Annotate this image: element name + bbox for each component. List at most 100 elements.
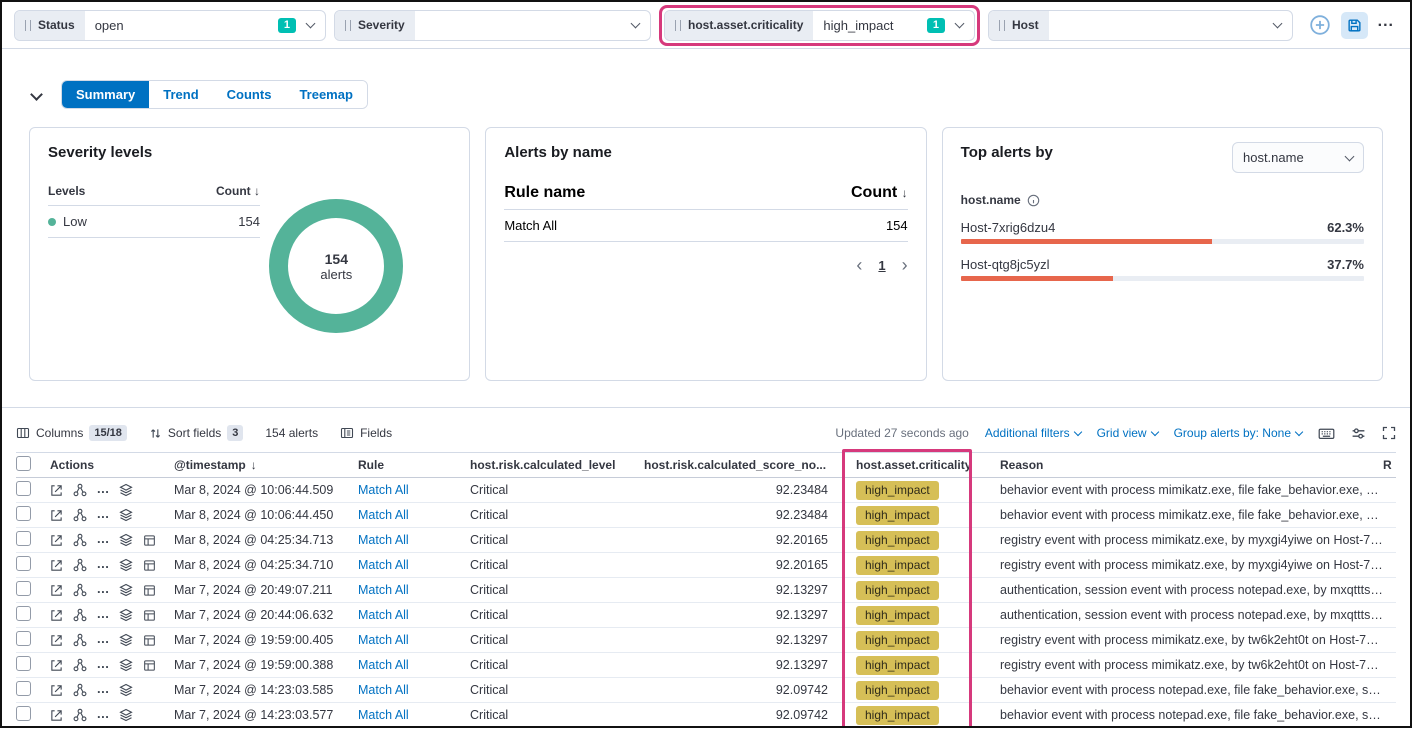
session-view-icon[interactable] [119, 708, 133, 722]
more-actions-icon[interactable]: ... [97, 507, 109, 524]
select-all-checkbox[interactable] [16, 456, 31, 471]
keyboard-shortcuts-icon[interactable] [1318, 425, 1335, 442]
tab-treemap[interactable]: Treemap [285, 81, 366, 108]
row-checkbox[interactable] [16, 656, 31, 671]
more-actions-icon[interactable]: ... [97, 682, 109, 699]
drag-handle-icon[interactable] [675, 20, 681, 31]
rule-link[interactable]: Match All [358, 483, 409, 497]
grid-view-button[interactable]: Grid view [1097, 426, 1158, 440]
more-options-icon[interactable]: ... [1378, 14, 1394, 36]
row-checkbox[interactable] [16, 556, 31, 571]
page-number[interactable]: 1 [878, 258, 885, 273]
session-view-icon[interactable] [119, 533, 133, 547]
save-query-button[interactable] [1341, 12, 1368, 39]
analyze-event-icon[interactable] [73, 583, 87, 597]
row-checkbox[interactable] [16, 631, 31, 646]
event-details-icon[interactable] [143, 659, 156, 672]
expand-alert-icon[interactable] [50, 609, 63, 622]
more-actions-icon[interactable]: ... [97, 607, 109, 624]
additional-filters-button[interactable]: Additional filters [985, 426, 1081, 440]
expand-alert-icon[interactable] [50, 684, 63, 697]
analyze-event-icon[interactable] [73, 558, 87, 572]
filter-pill-status[interactable]: Status open 1 [14, 10, 326, 41]
row-checkbox[interactable] [16, 581, 31, 596]
drag-handle-icon[interactable] [345, 20, 351, 31]
session-view-icon[interactable] [119, 658, 133, 672]
rule-link[interactable]: Match All [358, 508, 409, 522]
more-actions-icon[interactable]: ... [97, 532, 109, 549]
rule-link[interactable]: Match All [358, 658, 409, 672]
rule-link[interactable]: Match All [358, 533, 409, 547]
analyze-event-icon[interactable] [73, 508, 87, 522]
more-actions-icon[interactable]: ... [97, 482, 109, 499]
expand-alert-icon[interactable] [50, 534, 63, 547]
row-checkbox[interactable] [16, 506, 31, 521]
expand-alert-icon[interactable] [50, 709, 63, 722]
more-actions-icon[interactable]: ... [97, 557, 109, 574]
rule-link[interactable]: Match All [358, 583, 409, 597]
fullscreen-icon[interactable] [1382, 426, 1396, 440]
fields-button[interactable]: Fields [340, 426, 392, 440]
session-view-icon[interactable] [119, 608, 133, 622]
add-filter-icon[interactable] [1309, 14, 1331, 36]
analyze-event-icon[interactable] [73, 633, 87, 647]
session-view-icon[interactable] [119, 558, 133, 572]
rule-link[interactable]: Match All [358, 708, 409, 722]
rule-link[interactable]: Match All [358, 558, 409, 572]
expand-alert-icon[interactable] [50, 559, 63, 572]
prev-page-icon[interactable]: ‹ [856, 256, 862, 274]
session-view-icon[interactable] [119, 683, 133, 697]
rule-link[interactable]: Match All [358, 633, 409, 647]
row-checkbox[interactable] [16, 606, 31, 621]
top-alerts-field-select[interactable]: host.name [1232, 142, 1364, 173]
expand-alert-icon[interactable] [50, 634, 63, 647]
drag-handle-icon[interactable] [25, 20, 31, 31]
collapse-section-icon[interactable] [32, 90, 41, 99]
event-details-icon[interactable] [143, 634, 156, 647]
group-alerts-by-button[interactable]: Group alerts by: None [1174, 426, 1302, 440]
expand-alert-icon[interactable] [50, 659, 63, 672]
sort-fields-button[interactable]: Sort fields 3 [149, 425, 243, 441]
expand-alert-icon[interactable] [50, 509, 63, 522]
rule-link[interactable]: Match All [358, 608, 409, 622]
row-checkbox[interactable] [16, 531, 31, 546]
filter-pill-host[interactable]: Host [988, 10, 1293, 41]
filter-pill-severity[interactable]: Severity [334, 10, 651, 41]
expand-alert-icon[interactable] [50, 484, 63, 497]
more-actions-icon[interactable]: ... [97, 707, 109, 724]
more-actions-icon[interactable]: ... [97, 632, 109, 649]
columns-button[interactable]: Columns 15/18 [16, 425, 127, 441]
analyze-event-icon[interactable] [73, 483, 87, 497]
more-actions-icon[interactable]: ... [97, 657, 109, 674]
analyze-event-icon[interactable] [73, 658, 87, 672]
session-view-icon[interactable] [119, 483, 133, 497]
row-checkbox[interactable] [16, 481, 31, 496]
session-view-icon[interactable] [119, 508, 133, 522]
timestamp-column-header[interactable]: @timestamp↓ [174, 458, 358, 472]
analyze-event-icon[interactable] [73, 608, 87, 622]
inspect-controls-icon[interactable] [1351, 426, 1366, 441]
event-details-icon[interactable] [143, 609, 156, 622]
expand-alert-icon[interactable] [50, 584, 63, 597]
tab-counts[interactable]: Counts [213, 81, 286, 108]
session-view-icon[interactable] [119, 633, 133, 647]
event-details-icon[interactable] [143, 534, 156, 547]
count-column-header[interactable]: Count ↓ [851, 184, 908, 202]
drag-handle-icon[interactable] [999, 20, 1005, 31]
tab-summary[interactable]: Summary [62, 81, 149, 108]
event-details-icon[interactable] [143, 584, 156, 597]
analyze-event-icon[interactable] [73, 683, 87, 697]
row-checkbox[interactable] [16, 706, 31, 721]
filter-pill-criticality[interactable]: host.asset.criticality high_impact 1 [664, 10, 975, 41]
tab-trend[interactable]: Trend [149, 81, 212, 108]
session-view-icon[interactable] [119, 583, 133, 597]
info-icon[interactable] [1027, 194, 1040, 207]
count-column-header[interactable]: Count ↓ [216, 184, 260, 198]
row-checkbox[interactable] [16, 681, 31, 696]
event-details-icon[interactable] [143, 559, 156, 572]
analyze-event-icon[interactable] [73, 708, 87, 722]
rule-link[interactable]: Match All [358, 683, 409, 697]
more-actions-icon[interactable]: ... [97, 582, 109, 599]
analyze-event-icon[interactable] [73, 533, 87, 547]
next-page-icon[interactable]: › [902, 256, 908, 274]
